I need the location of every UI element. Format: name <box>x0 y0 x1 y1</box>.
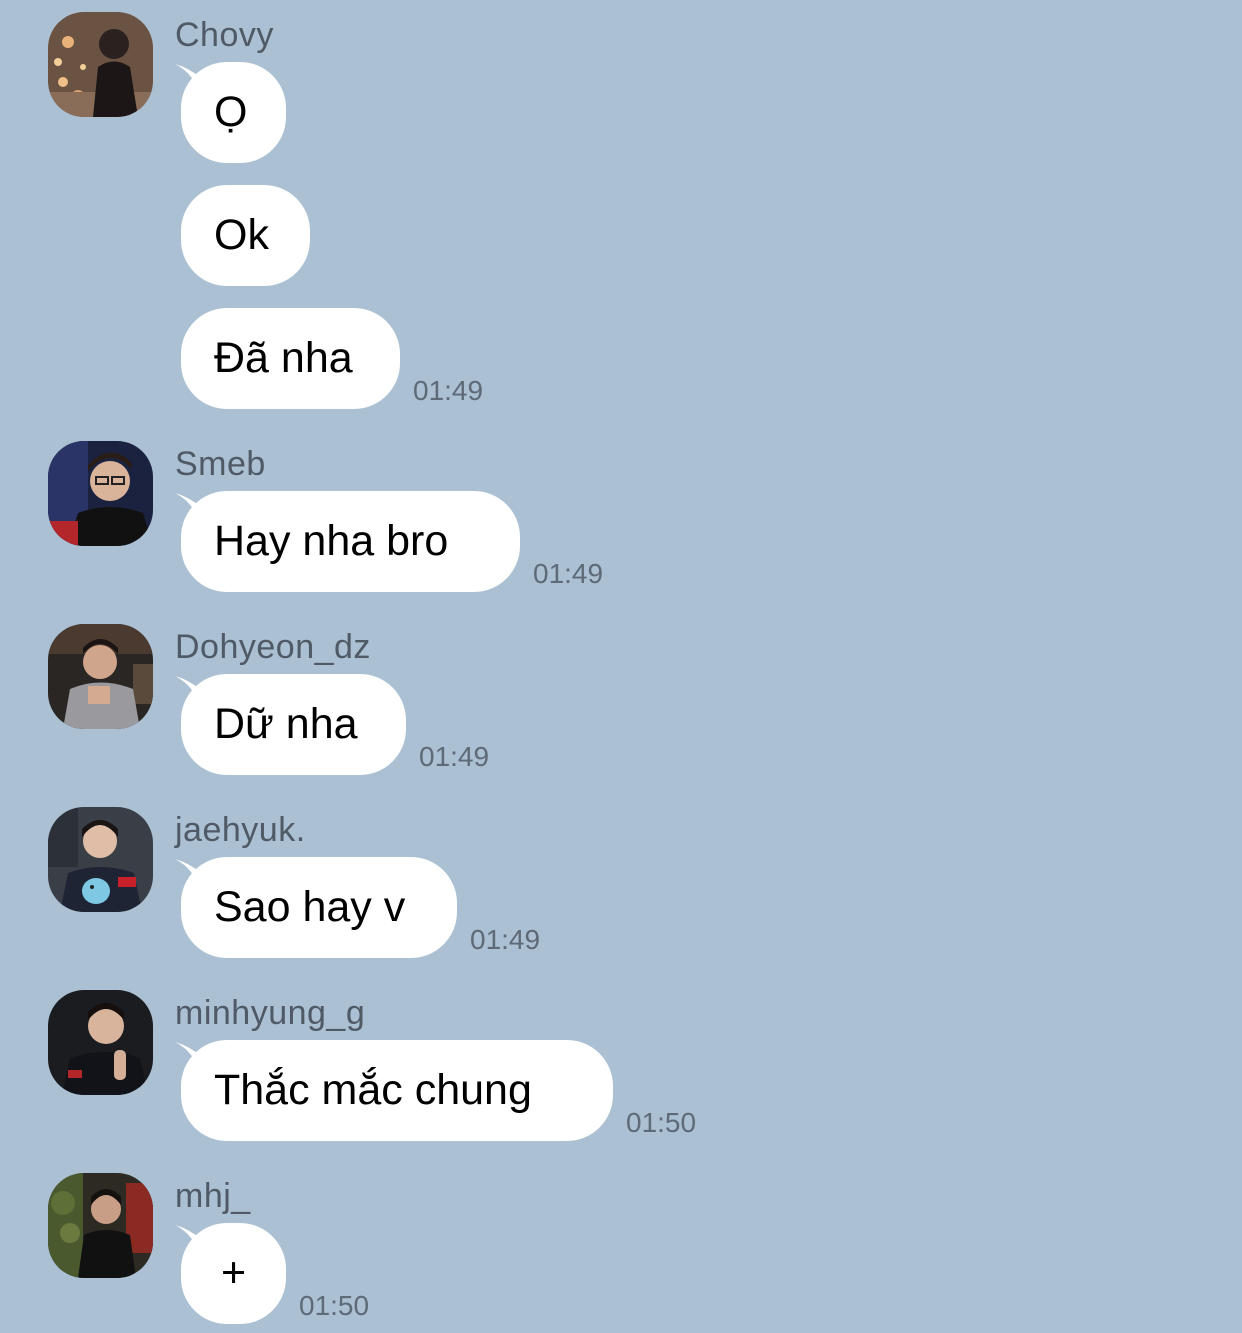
sender-name: mhj_ <box>175 1177 251 1215</box>
message-bubble[interactable]: Thắc mắc chung <box>181 1040 613 1141</box>
message-bubble[interactable]: Sao hay v <box>181 857 457 958</box>
avatar-minhyung-g[interactable] <box>48 990 153 1095</box>
message-time: 01:49 <box>419 741 490 772</box>
message-bubble[interactable]: Đã nha <box>181 308 400 409</box>
message-time: 01:50 <box>626 1107 697 1138</box>
avatar-chovy[interactable] <box>48 12 153 117</box>
avatar-photo-icon <box>48 807 153 912</box>
avatar-mhj[interactable] <box>48 1173 153 1278</box>
avatar-photo-icon <box>48 1173 153 1278</box>
message-time: 01:49 <box>470 924 541 955</box>
message-bubble[interactable]: Hay nha bro <box>181 491 520 592</box>
avatar-smeb[interactable] <box>48 441 153 546</box>
avatar-photo-icon <box>48 12 153 117</box>
avatar-jaehyuk[interactable] <box>48 807 153 912</box>
avatar-dohyeon-dz[interactable] <box>48 624 153 729</box>
message-time: 01:49 <box>533 558 604 589</box>
avatar-photo-icon <box>48 990 153 1095</box>
message-bubble[interactable]: + <box>181 1223 286 1324</box>
message-time: 01:49 <box>413 375 484 406</box>
message-time: 01:50 <box>299 1290 370 1321</box>
sender-name: minhyung_g <box>175 994 366 1032</box>
sender-name: jaehyuk. <box>175 811 306 849</box>
avatar-photo-icon <box>48 624 153 729</box>
message-bubble[interactable]: Ok <box>181 185 310 286</box>
avatar-photo-icon <box>48 441 153 546</box>
sender-name: Chovy <box>175 16 274 54</box>
sender-name: Smeb <box>175 445 266 483</box>
message-bubble[interactable]: Dữ nha <box>181 674 406 775</box>
sender-name: Dohyeon_dz <box>175 628 371 666</box>
message-bubble[interactable]: Ọ <box>181 62 286 163</box>
